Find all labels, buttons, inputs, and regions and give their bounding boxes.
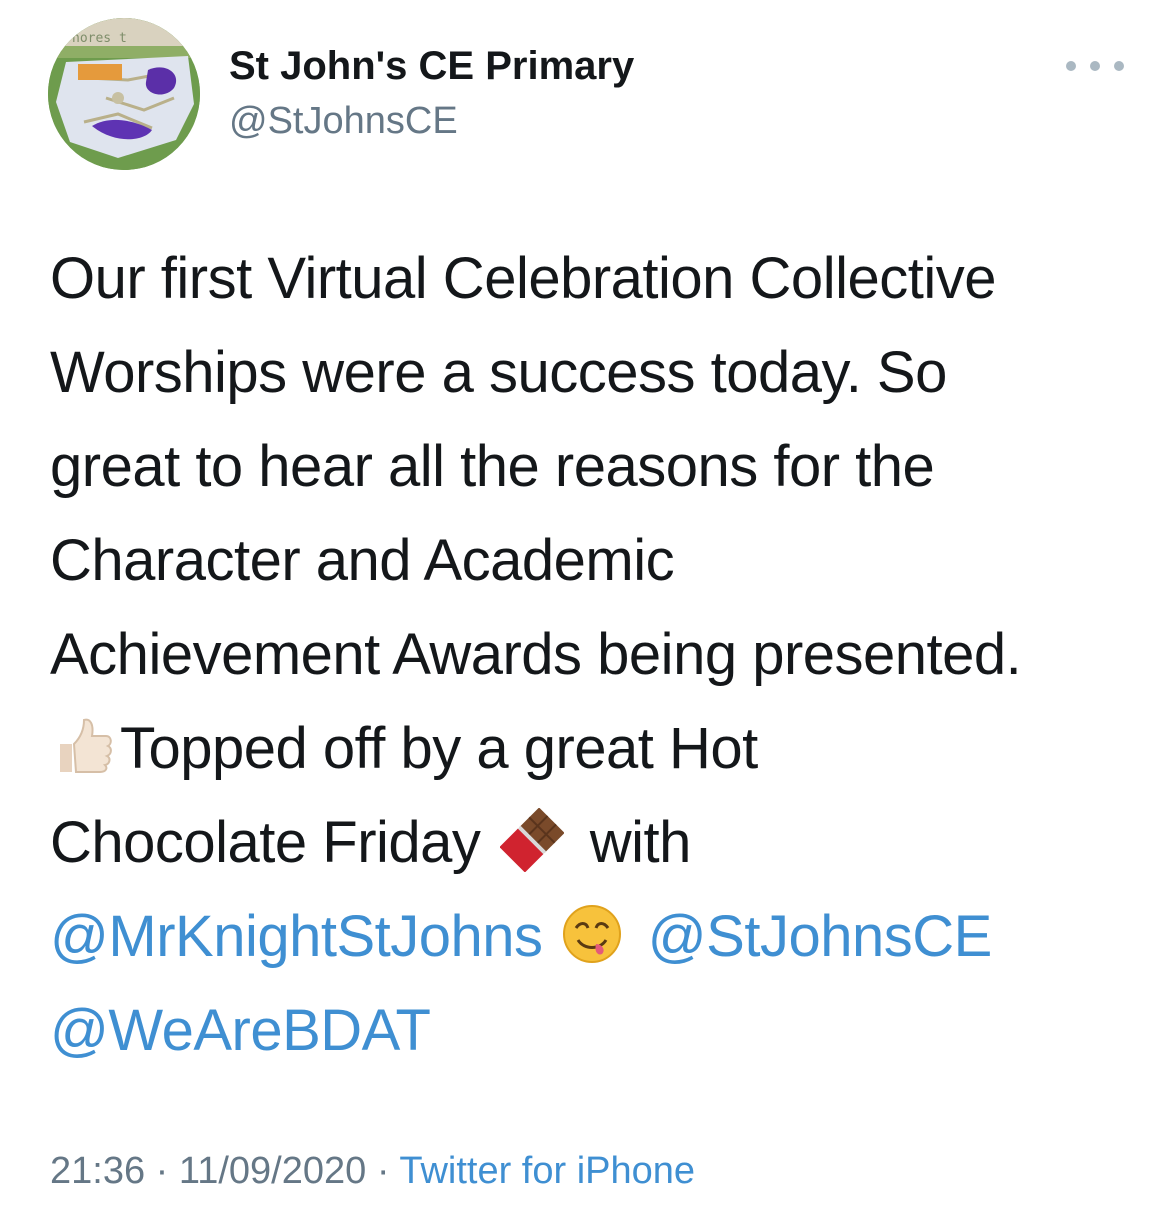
more-dots-icon	[1114, 61, 1124, 71]
tweet-line: @WeAreBDAT	[50, 984, 1140, 1078]
tweet-date[interactable]: 11/09/2020	[179, 1150, 366, 1192]
tweet-text: Our first Virtual Celebration Collective…	[50, 232, 1140, 1078]
profile-avatar[interactable]: nores t	[48, 18, 200, 170]
avatar-lettering: nores t	[72, 31, 127, 46]
tweet-line: great to hear all the reasons for the	[50, 434, 935, 499]
mention-link[interactable]: @MrKnightStJohns	[50, 904, 543, 969]
tweet-time[interactable]: 21:36	[50, 1150, 145, 1192]
tweet-line-text: with	[589, 810, 692, 875]
tweet-source-link[interactable]: Twitter for iPhone	[399, 1150, 695, 1192]
separator-dot: ·	[155, 1150, 169, 1192]
tweet-line: Worships were a success today. So	[50, 340, 947, 405]
tweet-footer: 21:36 · 11/09/2020 · Twitter for iPhone	[50, 1146, 695, 1196]
tweet-line: Our first Virtual Celebration Collective	[50, 246, 996, 311]
mention-link[interactable]: @StJohnsCE	[648, 904, 993, 969]
tweet-card: nores t St John's CE Primary @StJohnsCE …	[0, 0, 1169, 1223]
avatar-image: nores t	[48, 18, 200, 170]
more-options-button[interactable]	[1066, 52, 1124, 80]
tweet-line: Character and Academic	[50, 528, 675, 593]
mention-link[interactable]: @WeAreBDAT	[50, 998, 431, 1063]
author-handle[interactable]: @StJohnsCE	[229, 98, 458, 144]
tweet-line-text: Chocolate Friday	[50, 810, 481, 875]
more-dots-icon	[1066, 61, 1076, 71]
tweet-line: Topped off by a great Hot	[50, 702, 1140, 796]
thumbs-up-emoji-icon	[50, 714, 114, 778]
savoring-face-emoji-icon	[560, 902, 624, 966]
separator-dot: ·	[376, 1150, 390, 1192]
tweet-line: Chocolate Friday with	[50, 796, 1140, 890]
author-name[interactable]: St John's CE Primary	[229, 42, 634, 90]
tweet-line: @MrKnightStJohns @StJohnsCE	[50, 890, 1140, 984]
more-dots-icon	[1090, 61, 1100, 71]
tweet-line: Achievement Awards being presented.	[50, 622, 1022, 687]
tweet-line-text: Topped off by a great Hot	[120, 716, 758, 781]
chocolate-bar-emoji-icon	[500, 808, 565, 872]
